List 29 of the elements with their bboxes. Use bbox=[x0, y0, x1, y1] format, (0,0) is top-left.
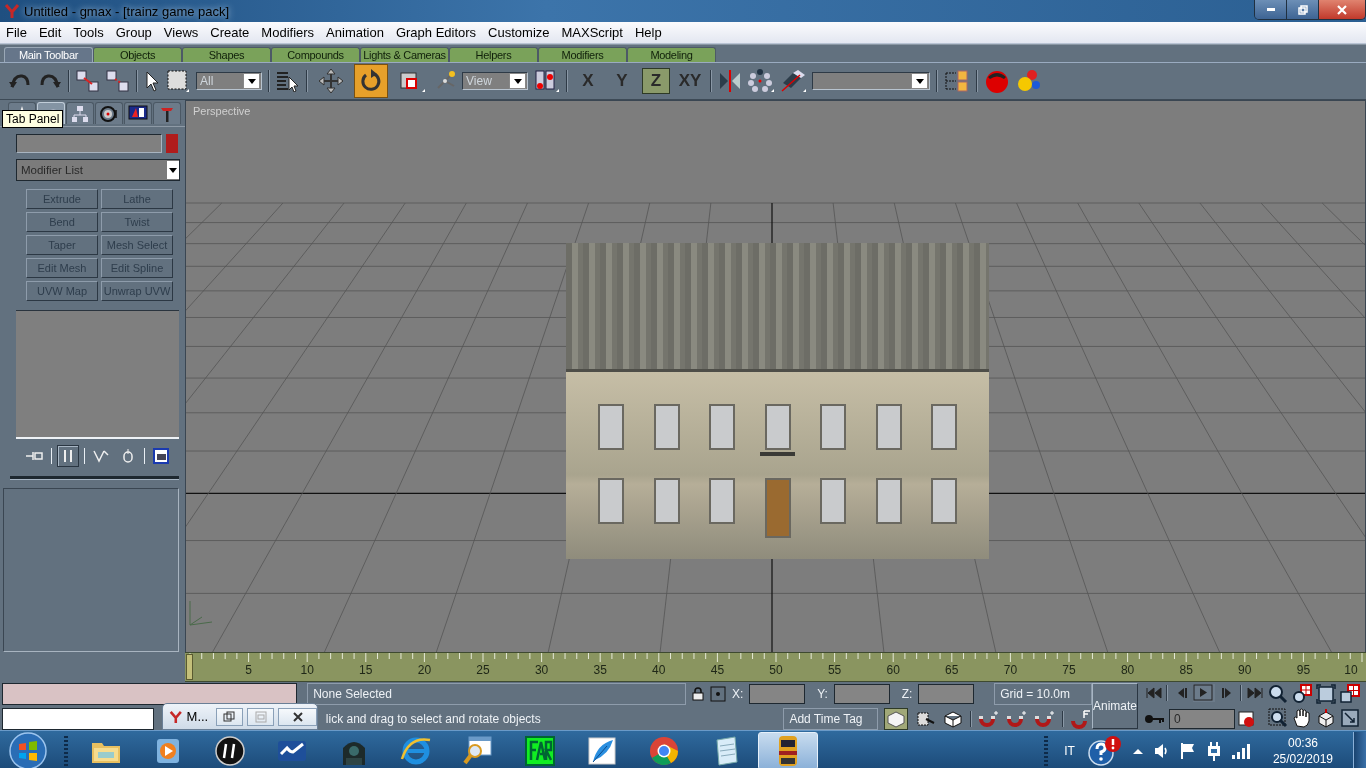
frame-number: 35 bbox=[593, 663, 607, 677]
coordinate-label: X: bbox=[732, 686, 744, 701]
frame-number: 10 bbox=[1344, 663, 1358, 677]
frame-number: 85 bbox=[1179, 663, 1193, 677]
frame-number: 40 bbox=[652, 663, 666, 677]
frame-number: 30 bbox=[534, 663, 549, 677]
coordinate-label: Z: bbox=[901, 686, 913, 701]
frame-number: 45 bbox=[710, 663, 725, 677]
selection-info-field: None Selected bbox=[307, 682, 687, 705]
frame-number: 55 bbox=[827, 663, 842, 677]
prompt-line: lick and drag to select and rotate objects bbox=[325, 710, 542, 728]
frame-number: 75 bbox=[1062, 663, 1076, 677]
frame-number: 15 bbox=[359, 663, 373, 677]
frame-number: 10 bbox=[300, 663, 314, 677]
frame-number: 20 bbox=[417, 663, 432, 677]
frame-number: 25 bbox=[476, 663, 490, 677]
frame-number: 50 bbox=[769, 663, 783, 677]
frame-number: 65 bbox=[945, 663, 959, 677]
frame-number: 90 bbox=[1238, 663, 1252, 677]
window-title: Untitled - gmax - [trainz game pack] bbox=[24, 3, 230, 19]
grid-size-field: Grid = 10.0m bbox=[994, 682, 1092, 705]
frame-number: 95 bbox=[1296, 663, 1311, 677]
frame-number: 60 bbox=[886, 663, 900, 677]
minimized-window-title: M... bbox=[186, 709, 210, 724]
frame-number: 5 bbox=[245, 663, 252, 677]
tooltip: Tab Panel bbox=[2, 110, 64, 128]
coordinate-label: Y: bbox=[817, 686, 828, 701]
frame-number: 80 bbox=[1120, 663, 1135, 677]
frame-number: 70 bbox=[1003, 663, 1018, 677]
